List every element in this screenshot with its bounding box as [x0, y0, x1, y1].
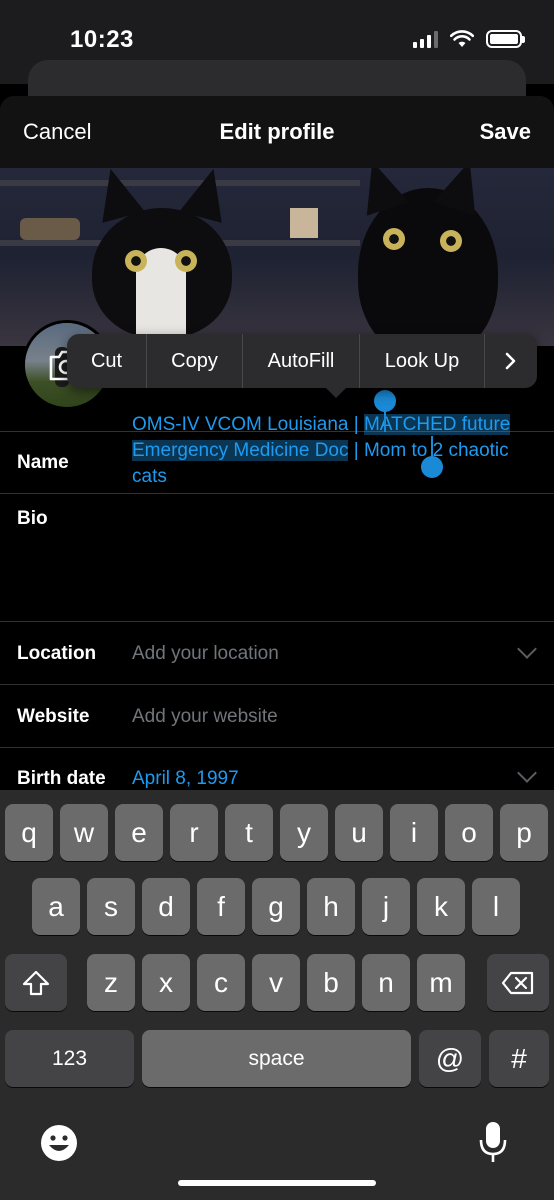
menu-copy[interactable]: Copy	[147, 334, 243, 388]
birth-date-value[interactable]: April 8, 1997	[132, 768, 239, 790]
at-key[interactable]: @	[419, 1030, 481, 1087]
key-c[interactable]: c	[197, 954, 245, 1011]
selection-end-handle[interactable]	[421, 456, 443, 478]
backspace-key[interactable]	[487, 954, 549, 1011]
battery-icon	[486, 30, 525, 48]
divider	[0, 493, 554, 494]
menu-cut[interactable]: Cut	[67, 334, 147, 388]
emoji-icon[interactable]	[39, 1123, 79, 1163]
wifi-icon	[450, 30, 474, 47]
key-f[interactable]: f	[197, 878, 245, 935]
key-p[interactable]: p	[500, 804, 548, 861]
shift-arrow-icon	[22, 970, 50, 995]
divider	[0, 621, 554, 622]
key-o[interactable]: o	[445, 804, 493, 861]
key-u[interactable]: u	[335, 804, 383, 861]
divider	[0, 684, 554, 685]
space-key[interactable]: space	[142, 1030, 411, 1087]
key-e[interactable]: e	[115, 804, 163, 861]
key-k[interactable]: k	[417, 878, 465, 935]
key-h[interactable]: h	[307, 878, 355, 935]
key-i[interactable]: i	[390, 804, 438, 861]
microphone-icon[interactable]	[478, 1120, 508, 1164]
cat-eye	[440, 230, 462, 252]
cellular-signal-icon	[413, 30, 438, 48]
key-a[interactable]: a	[32, 878, 80, 935]
key-b[interactable]: b	[307, 954, 355, 1011]
location-label: Location	[17, 643, 97, 664]
bio-field[interactable]: OMS-IV VCOM Louisiana | MATCHED future E…	[132, 412, 542, 490]
key-g[interactable]: g	[252, 878, 300, 935]
website-label: Website	[17, 706, 90, 727]
key-j[interactable]: j	[362, 878, 410, 935]
website-input[interactable]: Add your website	[132, 706, 278, 728]
status-icons	[413, 30, 525, 48]
divider	[0, 747, 554, 748]
key-z[interactable]: z	[87, 954, 135, 1011]
shelf-object	[290, 208, 318, 238]
key-s[interactable]: s	[87, 878, 135, 935]
birth-date-label: Birth date	[17, 768, 106, 789]
cancel-button[interactable]: Cancel	[23, 119, 91, 145]
key-n[interactable]: n	[362, 954, 410, 1011]
location-input[interactable]: Add your location	[132, 643, 279, 665]
bio-label: Bio	[17, 508, 48, 529]
name-label: Name	[17, 452, 69, 473]
cat-eye	[175, 250, 197, 272]
home-indicator	[178, 1180, 376, 1186]
save-button[interactable]: Save	[480, 119, 531, 145]
on-screen-keyboard: q w e r t y u i o p a s d f g h j k l z …	[0, 790, 554, 1200]
cat-eye	[125, 250, 147, 272]
shelf-object	[20, 218, 80, 240]
key-q[interactable]: q	[5, 804, 53, 861]
bio-text-before: OMS-IV VCOM Louisiana |	[132, 414, 364, 435]
key-t[interactable]: t	[225, 804, 273, 861]
key-m[interactable]: m	[417, 954, 465, 1011]
shift-key[interactable]	[5, 954, 67, 1011]
header-banner-image[interactable]	[0, 168, 554, 346]
status-time: 10:23	[70, 26, 134, 53]
key-d[interactable]: d	[142, 878, 190, 935]
backspace-icon	[501, 971, 534, 994]
hash-key[interactable]: #	[489, 1030, 549, 1087]
selection-start-handle[interactable]	[374, 390, 396, 412]
cat-right	[358, 188, 498, 346]
key-w[interactable]: w	[60, 804, 108, 861]
cat-eye	[383, 228, 405, 250]
nav-bar: Cancel Edit profile Save	[0, 96, 554, 168]
menu-more-chevron-right-icon[interactable]	[485, 334, 537, 388]
key-l[interactable]: l	[472, 878, 520, 935]
text-edit-menu: Cut Copy AutoFill Look Up	[67, 334, 537, 398]
key-y[interactable]: y	[280, 804, 328, 861]
menu-look-up[interactable]: Look Up	[360, 334, 485, 388]
key-x[interactable]: x	[142, 954, 190, 1011]
numbers-key[interactable]: 123	[5, 1030, 134, 1087]
shelf	[0, 180, 360, 186]
key-r[interactable]: r	[170, 804, 218, 861]
key-v[interactable]: v	[252, 954, 300, 1011]
menu-autofill[interactable]: AutoFill	[243, 334, 360, 388]
